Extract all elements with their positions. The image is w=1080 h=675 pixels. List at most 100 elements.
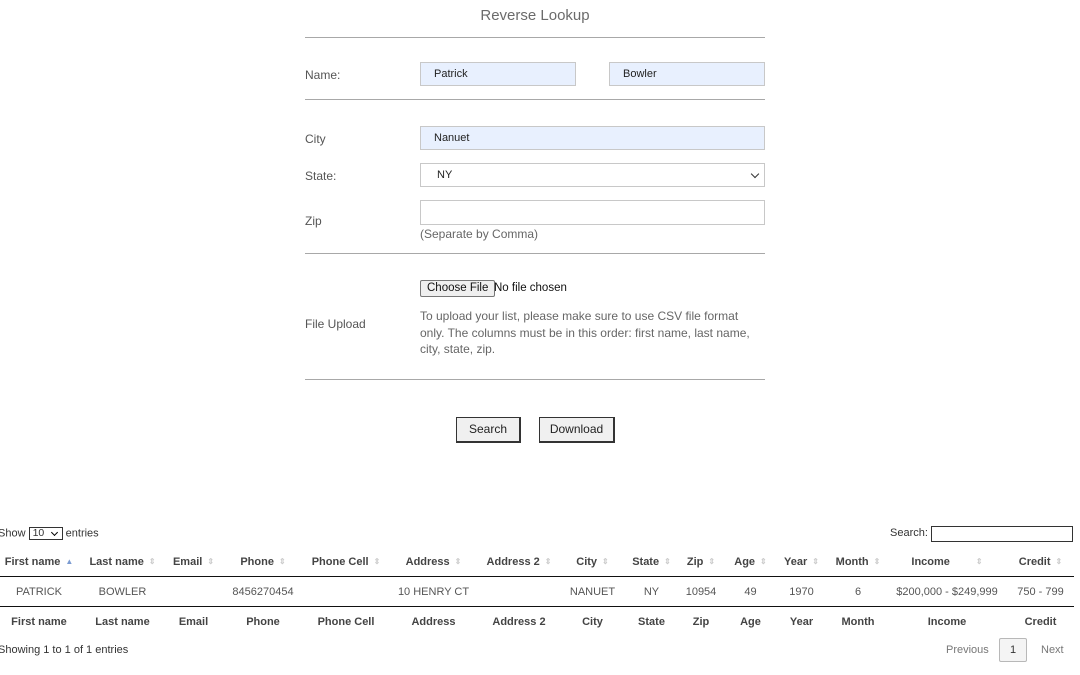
page-title: Reverse Lookup bbox=[305, 0, 765, 38]
table-header-row: First name ▲ Last name ⇕ Email ⇕ Phone ⇕ Pho… bbox=[0, 548, 1074, 577]
table-cell: $200,000 - $249,999 bbox=[887, 576, 1007, 607]
column-footer: Phone Cell bbox=[317, 616, 375, 628]
sort-icon: ⇕ bbox=[664, 557, 671, 566]
table-footer-row: First name Last name Email Phone Phone C… bbox=[0, 607, 1074, 638]
sort-icon: ⇕ bbox=[207, 557, 215, 566]
table-cell: 10 HENRY CT bbox=[386, 576, 481, 607]
column-footer: State bbox=[638, 616, 665, 628]
column-footer: Zip bbox=[692, 616, 710, 628]
column-header-zip[interactable]: Zip ⇕ bbox=[675, 548, 727, 577]
column-header-address-2[interactable]: Address 2 ⇕ bbox=[481, 548, 557, 577]
column-footer: Address 2 bbox=[492, 616, 546, 628]
column-header-city[interactable]: City ⇕ bbox=[557, 548, 628, 577]
table-cell bbox=[306, 576, 386, 607]
column-footer: Month bbox=[841, 616, 875, 628]
column-footer: Address bbox=[411, 616, 456, 628]
search-button[interactable]: Search bbox=[456, 417, 521, 443]
first-name-input[interactable]: Patrick bbox=[420, 62, 576, 86]
table-cell: NY bbox=[628, 576, 675, 607]
sort-icon: ⇕ bbox=[544, 557, 552, 566]
zip-input[interactable] bbox=[420, 200, 765, 225]
table-cell: 49 bbox=[727, 576, 774, 607]
page-length-value: 10 bbox=[32, 527, 45, 539]
table-cell: PATRICK bbox=[0, 576, 78, 607]
column-header-label: Year bbox=[784, 556, 808, 568]
city-label: City bbox=[305, 132, 326, 146]
column-header-label: First name bbox=[4, 556, 61, 568]
show-label: Show bbox=[0, 527, 26, 540]
table-search-input[interactable] bbox=[931, 526, 1073, 542]
sort-icon: ⇕ bbox=[373, 557, 381, 566]
table-cell: 1970 bbox=[774, 576, 829, 607]
column-header-month[interactable]: Month ⇕ bbox=[829, 548, 887, 577]
sort-icon: ⇕ bbox=[708, 557, 716, 566]
sort-icon: ⇕ bbox=[454, 557, 462, 566]
sort-icon: ⇕ bbox=[812, 557, 819, 566]
table-search: Search: bbox=[890, 526, 1073, 542]
column-header-label: Month bbox=[835, 556, 869, 568]
column-footer: First name bbox=[11, 616, 67, 628]
column-header-label: Age bbox=[734, 556, 756, 568]
column-footer: Credit bbox=[1024, 616, 1057, 628]
column-header-email[interactable]: Email ⇕ bbox=[167, 548, 220, 577]
column-header-last-name[interactable]: Last name ⇕ bbox=[78, 548, 167, 577]
column-header-label: State bbox=[632, 556, 660, 568]
column-header-label: Last name bbox=[89, 556, 144, 568]
sort-icon: ⇕ bbox=[1055, 557, 1063, 566]
divider bbox=[305, 99, 765, 100]
sort-ascending-icon: ▲ bbox=[65, 557, 74, 566]
table-info: Showing 1 to 1 of 1 entries bbox=[0, 644, 129, 656]
column-header-age[interactable]: Age ⇕ bbox=[727, 548, 774, 577]
column-footer: Phone bbox=[246, 616, 280, 628]
column-header-phone-cell[interactable]: Phone Cell ⇕ bbox=[306, 548, 386, 577]
city-input[interactable]: Nanuet bbox=[420, 126, 765, 150]
choose-file-button[interactable]: Choose File bbox=[420, 280, 496, 297]
file-upload-label: File Upload bbox=[305, 317, 366, 331]
divider bbox=[305, 253, 765, 254]
pagination-next[interactable]: Next bbox=[1041, 644, 1064, 656]
column-header-label: Email bbox=[172, 556, 203, 568]
no-file-text: No file chosen bbox=[494, 282, 567, 294]
entries-label: entries bbox=[65, 527, 99, 540]
sort-icon: ⇕ bbox=[760, 557, 767, 566]
column-header-income[interactable]: Income ⇕ bbox=[887, 548, 1007, 577]
name-label: Name: bbox=[305, 68, 341, 82]
table-row: PATRICK BOWLER 8456270454 10 HENRY CT NA… bbox=[0, 576, 1074, 607]
pagination-page-1[interactable]: 1 bbox=[999, 638, 1027, 662]
state-selected-value: NY bbox=[437, 169, 453, 181]
sort-icon: ⇕ bbox=[148, 557, 156, 566]
column-header-state[interactable]: State ⇕ bbox=[628, 548, 675, 577]
column-header-first-name[interactable]: First name ▲ bbox=[0, 548, 78, 577]
results-table: First name ▲ Last name ⇕ Email ⇕ Phone ⇕ Pho… bbox=[0, 548, 1074, 637]
chevron-down-icon bbox=[50, 528, 58, 537]
column-footer: Email bbox=[178, 616, 209, 628]
column-header-phone[interactable]: Phone ⇕ bbox=[220, 548, 306, 577]
divider bbox=[305, 379, 765, 380]
column-header-address[interactable]: Address ⇕ bbox=[386, 548, 481, 577]
column-header-label: Credit bbox=[1018, 556, 1051, 568]
sort-icon: ⇕ bbox=[975, 557, 983, 566]
reverse-lookup-form: Reverse Lookup Name: Patrick Bowler City… bbox=[305, 0, 765, 443]
column-header-label: Zip bbox=[686, 556, 704, 568]
table-cell: 10954 bbox=[675, 576, 727, 607]
page-length-select[interactable]: 10 bbox=[28, 527, 63, 540]
column-header-label: Address 2 bbox=[486, 556, 540, 568]
column-header-year[interactable]: Year ⇕ bbox=[774, 548, 829, 577]
column-header-label: Phone Cell bbox=[311, 556, 369, 568]
download-button[interactable]: Download bbox=[539, 417, 615, 443]
column-footer: City bbox=[582, 616, 603, 628]
chevron-down-icon bbox=[750, 169, 760, 179]
table-cell: NANUET bbox=[557, 576, 628, 607]
column-footer: Last name bbox=[95, 616, 150, 628]
state-select[interactable]: NY bbox=[420, 163, 765, 187]
table-cell: 750 - 799 bbox=[1007, 576, 1074, 607]
state-label: State: bbox=[305, 169, 337, 183]
column-header-credit[interactable]: Credit ⇕ bbox=[1007, 548, 1074, 577]
sort-icon: ⇕ bbox=[873, 557, 881, 566]
page-length-control: Show 10 entries bbox=[0, 527, 99, 540]
column-header-label: Address bbox=[405, 556, 450, 568]
table-cell: 8456270454 bbox=[220, 576, 306, 607]
column-footer: Income bbox=[927, 616, 967, 628]
pagination-previous[interactable]: Previous bbox=[946, 644, 989, 656]
last-name-input[interactable]: Bowler bbox=[609, 62, 765, 86]
